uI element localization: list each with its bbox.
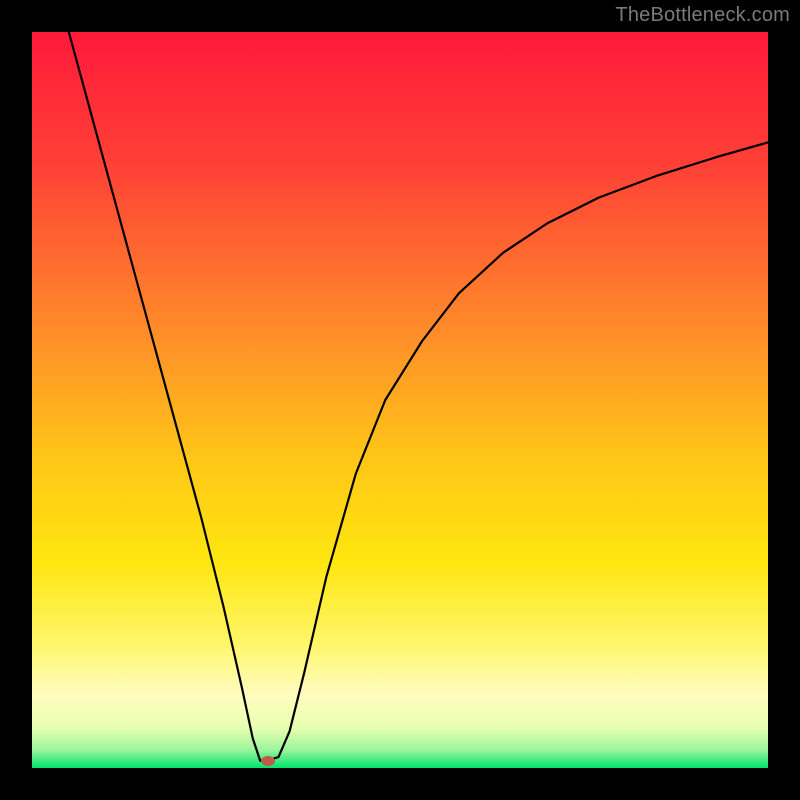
chart-frame: TheBottleneck.com <box>0 0 800 800</box>
bottleneck-curve <box>32 32 768 768</box>
watermark-text: TheBottleneck.com <box>615 4 790 27</box>
plot-area <box>32 32 768 768</box>
optimum-marker <box>261 756 275 766</box>
